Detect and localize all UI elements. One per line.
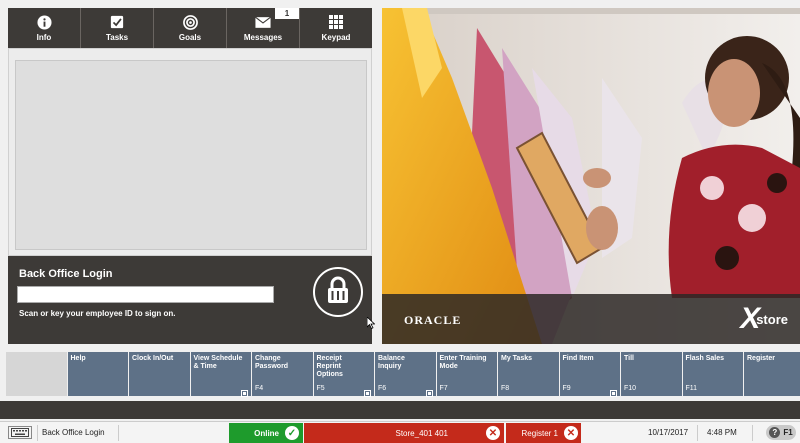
button-label: Clock In/Out	[132, 355, 174, 362]
store-label: Store_401 401	[395, 428, 449, 438]
mouse-cursor-icon	[366, 316, 376, 334]
clock-in-out-button[interactable]: Clock In/Out	[129, 352, 190, 396]
info-icon	[36, 14, 52, 30]
submenu-icon	[364, 384, 371, 397]
envelope-icon	[255, 14, 271, 30]
divider	[37, 425, 38, 441]
store-status[interactable]: Store_401 401 ✕	[304, 423, 504, 443]
register-button[interactable]: Register	[744, 352, 800, 396]
online-status: Online ✓	[229, 423, 303, 443]
current-context-label: Back Office Login	[42, 428, 105, 437]
keyboard-icon[interactable]	[8, 426, 32, 439]
lock-icon	[325, 275, 351, 310]
divider	[118, 425, 119, 441]
tab-info[interactable]: Info	[8, 8, 81, 54]
function-key: F10	[624, 385, 637, 392]
tab-keypad[interactable]: Keypad	[300, 8, 372, 48]
tab-messages[interactable]: Messages 1	[227, 8, 300, 48]
till-button[interactable]: Till F10	[621, 352, 682, 396]
flash-sales-button[interactable]: Flash Sales F11	[682, 352, 743, 396]
tab-label: Info	[36, 33, 52, 42]
status-bar: Back Office Login Online ✓ Store_401 401…	[0, 421, 800, 443]
tab-label: Messages	[243, 33, 283, 42]
divider	[752, 425, 753, 441]
help-f1-button[interactable]: ? F1	[766, 425, 796, 440]
change-password-button[interactable]: Change Password F4	[252, 352, 313, 396]
tab-label: Keypad	[321, 33, 351, 42]
button-label: Till	[624, 355, 634, 362]
login-hint: Scan or key your employee ID to sign on.	[19, 309, 176, 318]
tab-label: Tasks	[105, 33, 129, 42]
button-label: Help	[70, 355, 86, 362]
submenu-icon	[610, 384, 617, 397]
submenu-icon	[241, 384, 248, 397]
error-circle-icon: ✕	[486, 426, 500, 440]
button-label: Register	[747, 355, 776, 362]
button-label: View Schedule & Time	[193, 355, 243, 370]
register-status[interactable]: Register 1 ✕	[506, 423, 581, 443]
view-schedule-button[interactable]: View Schedule & Time	[190, 352, 251, 397]
branding-bar: ORACLE X store	[382, 294, 800, 344]
back-office-login-panel: Back Office Login Scan or key your emplo…	[8, 256, 372, 344]
button-label: My Tasks	[501, 355, 532, 362]
enter-training-mode-button[interactable]: Enter Training Mode F7	[436, 352, 497, 396]
function-key: F7	[439, 385, 448, 392]
date-display: 10/17/2017	[648, 428, 689, 437]
find-item-button[interactable]: Find Item F9	[559, 352, 620, 397]
info-panel	[8, 48, 372, 256]
button-label: Balance Inquiry	[378, 355, 405, 370]
question-icon: ?	[769, 427, 781, 438]
button-label: Enter Training Mode	[439, 355, 487, 370]
help-button[interactable]: Help	[67, 352, 128, 396]
top-tab-bar: Info Tasks Goals Messages 1 Keypad	[8, 8, 372, 54]
tab-tasks[interactable]: Tasks	[81, 8, 154, 48]
blank-button[interactable]	[6, 352, 67, 396]
function-button-bar: Help Clock In/Out View Schedule & Time C…	[6, 352, 800, 397]
my-tasks-button[interactable]: My Tasks F8	[498, 352, 559, 396]
button-label: Find Item	[562, 355, 594, 362]
function-key: F9	[562, 385, 571, 392]
time-display: 4:48 PM	[707, 428, 737, 437]
button-label: Receipt Reprint Options	[316, 355, 343, 378]
register-label: Register 1	[521, 428, 558, 438]
function-key: F6	[378, 385, 387, 392]
checkbox-icon	[109, 14, 125, 30]
balance-inquiry-button[interactable]: Balance Inquiry F6	[375, 352, 436, 397]
employee-id-input[interactable]	[17, 286, 274, 303]
function-key: F11	[685, 385, 698, 392]
lock-button[interactable]	[313, 267, 363, 317]
message-count-badge: 1	[275, 8, 299, 19]
divider	[697, 425, 698, 441]
function-key: F4	[255, 385, 264, 392]
help-key: F1	[783, 428, 793, 437]
online-label: Online	[254, 428, 279, 438]
target-icon	[182, 14, 198, 30]
xstore-word: store	[756, 311, 788, 327]
button-label: Change Password	[255, 355, 289, 370]
oracle-logo: ORACLE	[404, 313, 462, 327]
submenu-icon	[425, 384, 433, 397]
divider-bar	[0, 401, 800, 419]
tab-goals[interactable]: Goals	[154, 8, 227, 48]
login-title: Back Office Login	[19, 268, 113, 280]
promo-photo: ORACLE X store	[382, 8, 800, 344]
button-label: Flash Sales	[685, 355, 725, 362]
function-key: F8	[501, 385, 510, 392]
function-key: F5	[316, 385, 325, 392]
xstore-logo: X store	[740, 304, 788, 334]
tab-label: Goals	[178, 33, 202, 42]
check-circle-icon: ✓	[285, 426, 299, 440]
keypad-icon	[328, 14, 344, 30]
error-circle-icon: ✕	[564, 426, 578, 440]
receipt-reprint-options-button[interactable]: Receipt Reprint Options F5	[313, 352, 374, 397]
info-content-area	[15, 60, 367, 250]
